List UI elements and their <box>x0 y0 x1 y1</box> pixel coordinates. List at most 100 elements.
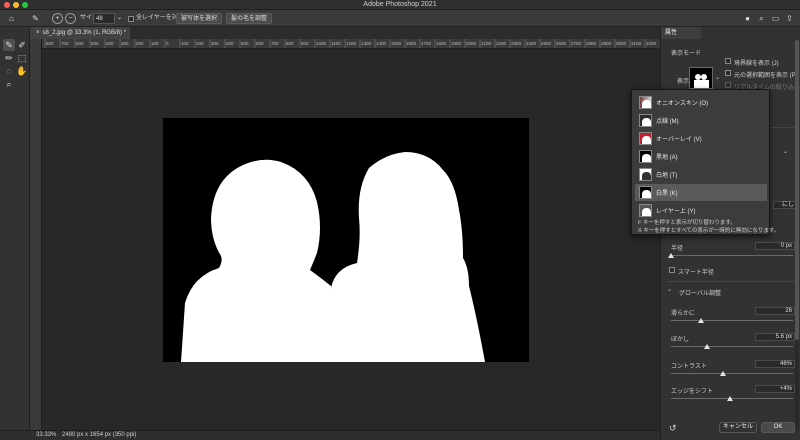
chevron-down-icon[interactable]: ⌄ <box>667 286 672 293</box>
view-mode-option-label: 黒地 (A) <box>656 155 678 161</box>
ruler-tick-label: 2800 <box>586 41 597 46</box>
size-field[interactable]: 48 <box>93 13 115 24</box>
radius-field[interactable]: 0 px <box>755 242 795 250</box>
search-icon[interactable]: ⌕ <box>756 13 767 24</box>
cancel-button[interactable]: キャンセル <box>719 422 757 433</box>
ruler-tick-label: 100 <box>181 41 189 46</box>
ruler-tick-label: 1300 <box>361 41 372 46</box>
canvas-area[interactable] <box>42 49 660 430</box>
shift-edge-field[interactable]: +4% <box>755 385 795 393</box>
shift-edge-slider-thumb[interactable] <box>727 396 733 401</box>
refine-hair-button[interactable]: 髪の毛を調整 <box>226 13 273 24</box>
radius-slider-thumb[interactable] <box>668 253 674 258</box>
view-mode-option[interactable]: 点線 (M) <box>635 112 767 129</box>
global-adjust-heading: グローバル調整 <box>679 291 721 297</box>
sample-all-layers-checkbox[interactable] <box>128 16 134 22</box>
collapsed-dropdown-icon[interactable]: ⌄ <box>783 148 788 155</box>
subtract-mode-icon[interactable]: − <box>65 13 76 24</box>
view-label: 表示 <box>677 79 690 85</box>
user-icon[interactable]: ● <box>742 13 753 24</box>
feather-slider-thumb[interactable] <box>704 344 710 349</box>
panel-scrollbar[interactable] <box>795 40 799 430</box>
document-tab-label: s8_2.jpg @ 33.3% (1, RGB/8) * <box>42 30 126 36</box>
close-tab-icon[interactable]: × <box>36 30 40 36</box>
person-thumbnail-icon <box>694 74 709 88</box>
ok-button[interactable]: OK <box>761 422 795 433</box>
hidden-right-field[interactable]: にし <box>773 201 797 209</box>
view-mode-option-label: オニオンスキン (O) <box>656 101 709 107</box>
ruler-tick-label: 900 <box>301 41 309 46</box>
refine-edge-brush-icon[interactable]: ✐ <box>16 39 28 51</box>
view-mode-heading: 表示モード <box>671 51 702 57</box>
add-mode-icon[interactable]: + <box>52 13 63 24</box>
share-icon[interactable]: ⇪ <box>784 13 795 24</box>
view-mode-option[interactable]: 黒地 (A) <box>635 148 767 165</box>
ruler-tick-label: 2300 <box>511 41 522 46</box>
chevron-down-icon[interactable]: ⌄ <box>715 74 720 81</box>
person-thumbnail-icon <box>642 136 651 144</box>
view-mode-thumbnail[interactable] <box>689 67 713 89</box>
document-tab[interactable]: × s8_2.jpg @ 33.3% (1, RGB/8) * <box>30 27 130 39</box>
ruler-tick-label: 600 <box>76 41 84 46</box>
document-image[interactable] <box>163 118 529 362</box>
ruler-tick-label: 2000 <box>466 41 477 46</box>
hand-icon[interactable]: ✋ <box>16 65 28 77</box>
contrast-field[interactable]: 46% <box>755 360 795 368</box>
smart-radius-checkbox[interactable] <box>669 267 675 273</box>
home-icon[interactable]: ⌂ <box>6 13 17 24</box>
object-select-icon[interactable]: ⬚ <box>16 52 28 64</box>
tools-panel: ✎ ✐ ✏ ⬚ ◌ ✋ ⌕ <box>0 27 30 440</box>
size-dropdown-icon[interactable]: ⌄ <box>117 13 122 24</box>
view-mode-option[interactable]: 白黒 (K) <box>635 184 767 201</box>
view-mode-thumbnail-icon <box>639 150 652 163</box>
ruler-tick-label: 700 <box>271 41 279 46</box>
contrast-slider-track[interactable] <box>671 373 793 374</box>
panel-scroll-thumb[interactable] <box>795 40 799 340</box>
view-mode-option-label: 白黒 (K) <box>656 191 678 197</box>
feather-label: ぼかし <box>671 337 690 343</box>
view-mode-option[interactable]: オーバーレイ (V) <box>635 130 767 147</box>
radius-slider-track[interactable] <box>671 255 793 256</box>
vertical-ruler[interactable] <box>30 39 42 430</box>
ruler-tick-label: 400 <box>226 41 234 46</box>
ruler-tick-label: 3200 <box>646 41 657 46</box>
zoom-icon[interactable]: ⌕ <box>3 78 15 90</box>
left-person-silhouette <box>181 159 338 362</box>
view-mode-option-label: 白地 (T) <box>656 173 678 179</box>
document-tab-bar: × s8_2.jpg @ 33.3% (1, RGB/8) * <box>30 27 660 39</box>
lasso-icon[interactable]: ◌ <box>3 65 15 77</box>
tab-properties[interactable]: 属性 <box>661 27 701 39</box>
contrast-slider-thumb[interactable] <box>720 371 726 376</box>
feather-field[interactable]: 5.6 px <box>755 333 795 341</box>
smooth-slider-track[interactable] <box>671 320 793 321</box>
show-original-checkbox[interactable] <box>725 70 731 76</box>
title-bar: Adobe Photoshop 2021 <box>0 0 800 10</box>
view-mode-option[interactable]: オニオンスキン (O) <box>635 94 767 111</box>
smooth-field[interactable]: 26 <box>755 307 795 315</box>
document-dimensions[interactable]: 2480 px x 1654 px (350 ppi) <box>62 432 136 438</box>
person-thumbnail-icon <box>642 172 651 180</box>
feather-slider-track[interactable] <box>671 346 793 347</box>
right-person-silhouette <box>331 152 485 362</box>
brush-tool-icon[interactable]: ✎ <box>30 13 41 24</box>
ruler-tick-label: 800 <box>286 41 294 46</box>
ruler-tick-label: 1600 <box>406 41 417 46</box>
section-divider <box>667 281 795 282</box>
show-edges-checkbox[interactable] <box>725 58 731 64</box>
horizontal-ruler[interactable]: 800 700 600 500 400 300 200 100 0 100 200 300 400 500… <box>42 39 660 49</box>
select-subject-button[interactable]: 被写体を選択 <box>176 13 223 24</box>
realtime-checkbox[interactable] <box>725 82 731 88</box>
zoom-level[interactable]: 33.33% <box>36 432 56 438</box>
ruler-tick-label: 3000 <box>616 41 627 46</box>
view-mode-option[interactable]: レイヤー上 (Y) <box>635 202 767 219</box>
view-mode-option[interactable]: 白地 (T) <box>635 166 767 183</box>
view-mode-option-label: レイヤー上 (Y) <box>656 209 696 215</box>
smooth-slider-thumb[interactable] <box>698 318 704 323</box>
quick-select-brush-icon[interactable]: ✎ <box>3 39 15 51</box>
brush-icon[interactable]: ✏ <box>3 52 15 64</box>
ruler-tick-label: 3100 <box>631 41 642 46</box>
reset-icon[interactable]: ↺ <box>669 423 677 434</box>
workspace-icon[interactable]: ▭ <box>770 13 781 24</box>
view-mode-option-label: 点線 (M) <box>656 119 679 125</box>
ruler-tick-label: 100 <box>151 41 159 46</box>
